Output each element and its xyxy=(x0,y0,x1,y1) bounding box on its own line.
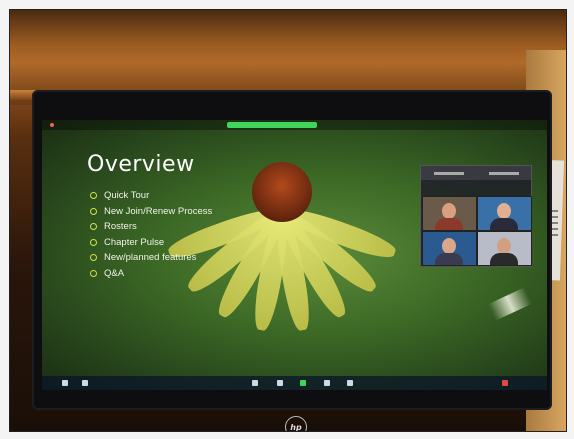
slide-title: Overview xyxy=(87,152,195,177)
video-tiles xyxy=(421,196,532,266)
record-icon xyxy=(324,380,330,386)
list-item: Rosters xyxy=(90,219,212,235)
panel-header xyxy=(421,166,531,180)
screen-share-banner xyxy=(227,122,317,128)
video-tile xyxy=(477,231,532,266)
list-item: New/planned features xyxy=(90,250,212,266)
monitor-screen: Overview Quick Tour New Join/Renew Proce… xyxy=(42,120,547,390)
zoom-top-bar xyxy=(42,120,547,130)
share-screen-icon xyxy=(300,380,306,386)
red-dot-icon xyxy=(50,123,54,127)
hp-logo-icon: hp xyxy=(285,416,307,431)
bullet-icon xyxy=(90,192,97,200)
list-item: Chapter Pulse xyxy=(90,235,212,251)
bullet-icon xyxy=(90,223,97,231)
list-item: Quick Tour xyxy=(90,188,212,204)
chat-icon xyxy=(277,380,283,386)
video-tile xyxy=(477,196,532,231)
photo: Overview Quick Tour New Join/Renew Proce… xyxy=(9,9,567,432)
leave-icon xyxy=(502,380,508,386)
reactions-icon xyxy=(347,380,353,386)
video-tile xyxy=(422,231,477,266)
participant-head xyxy=(442,238,456,254)
panel-tab xyxy=(433,171,464,175)
participant-head xyxy=(497,203,511,219)
bullet-icon xyxy=(90,269,97,277)
participant-body xyxy=(490,253,518,265)
bullet-icon xyxy=(90,207,97,215)
participant-body xyxy=(435,253,463,265)
bullet-icon xyxy=(90,254,97,262)
bullet-icon xyxy=(90,238,97,246)
video-icon xyxy=(82,380,88,386)
participant-head xyxy=(497,238,511,254)
bullet-list: Quick Tour New Join/Renew Process Roster… xyxy=(90,188,212,281)
panel-tab xyxy=(488,171,519,175)
zoom-controls-bar xyxy=(42,376,547,390)
video-tile xyxy=(422,196,477,231)
list-item: Q&A xyxy=(90,266,212,282)
flower-center xyxy=(252,162,312,222)
participant-panel xyxy=(420,165,532,267)
list-item: New Join/Renew Process xyxy=(90,204,212,220)
participant-head xyxy=(442,203,456,219)
participants-icon xyxy=(252,380,258,386)
participant-body xyxy=(435,218,463,230)
participant-body xyxy=(490,218,518,230)
mute-icon xyxy=(62,380,68,386)
